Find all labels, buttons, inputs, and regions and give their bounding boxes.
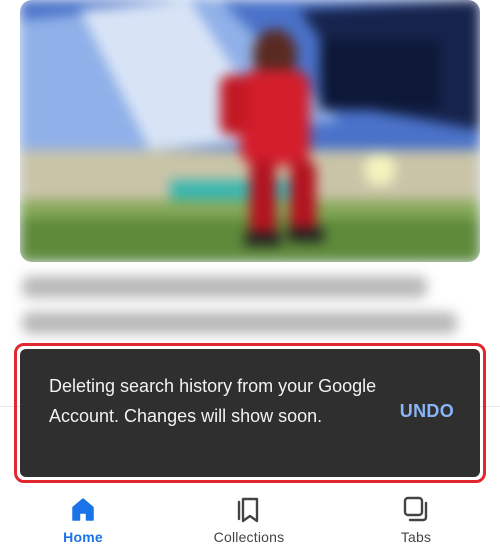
nav-item-label: Tabs — [400, 529, 432, 545]
blurred-text-line — [22, 312, 457, 334]
nav-item-collections[interactable]: Collections — [194, 494, 304, 545]
nav-item-home[interactable]: Home — [28, 494, 138, 545]
bookmarks-icon — [237, 497, 259, 523]
undo-button[interactable]: UNDO — [400, 401, 454, 422]
news-card-headline-blurred — [22, 276, 462, 348]
app-screen: Deleting search history from your Google… — [0, 0, 500, 556]
bottom-navigation: Home Collections Tabs — [0, 488, 500, 556]
nav-item-tabs[interactable]: Tabs — [361, 494, 471, 545]
blurred-text-line — [22, 276, 427, 298]
nav-item-label: Collections — [213, 529, 285, 545]
tabs-icon — [403, 496, 428, 522]
snackbar: Deleting search history from your Google… — [20, 349, 480, 477]
blurred-photo — [20, 0, 480, 262]
snackbar-message: Deleting search history from your Google… — [49, 376, 377, 426]
news-card-image[interactable] — [20, 0, 480, 262]
nav-item-label: Home — [63, 529, 103, 545]
home-icon — [72, 498, 94, 521]
